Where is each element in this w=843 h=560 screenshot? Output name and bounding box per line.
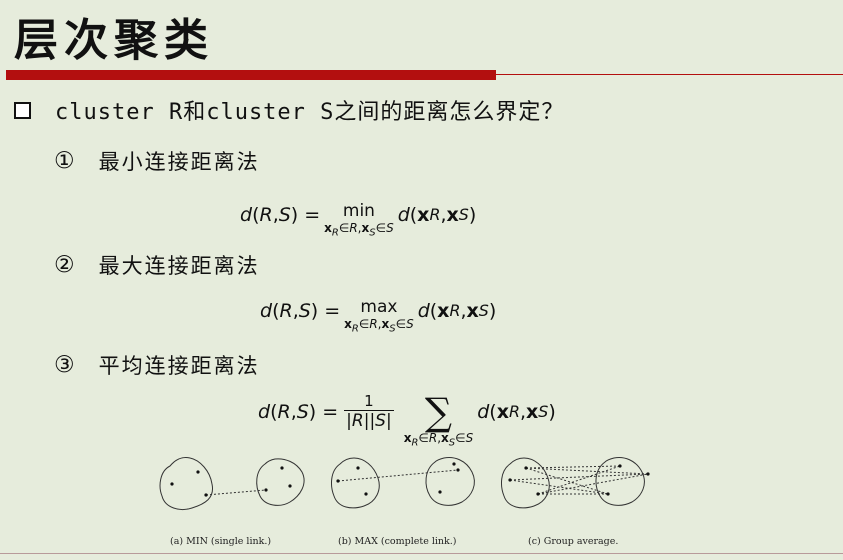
sum-operator: ∑ xR∈R,xS∈S <box>403 390 474 449</box>
method-item-average: ③ 平均连接距离法 <box>54 350 260 380</box>
cluster-blob <box>256 458 305 506</box>
cluster-blob <box>331 457 380 509</box>
caption-min: (a) MIN (single link.) <box>170 536 272 547</box>
fraction: 1 |R||S| <box>344 391 394 431</box>
min-operator: min xR∈R,xS∈S <box>324 201 394 239</box>
circled-three-icon: ③ <box>54 352 77 378</box>
slide-title: 层次聚类 <box>14 15 214 66</box>
method-item-max: ② 最大连接距离法 <box>54 250 260 280</box>
method-label: 最小连接距离法 <box>98 150 260 174</box>
max-operator: max xR∈R,xS∈S <box>344 297 414 335</box>
circled-two-icon: ② <box>54 252 77 278</box>
question-text: cluster R和cluster S之间的距离怎么界定？ <box>55 100 565 125</box>
method-item-min: ① 最小连接距离法 <box>54 146 260 176</box>
title-underline-bar <box>6 70 496 80</box>
method-label: 最大连接距离法 <box>98 254 260 278</box>
formula-max: d(R, S) = max xR∈R,xS∈S d(x R, x S) <box>260 297 497 335</box>
linkage-diagram <box>159 457 650 510</box>
formula-min: d(R, S) = min xR∈R,xS∈S d(x R, x S) <box>240 201 477 239</box>
circled-one-icon: ① <box>54 148 77 174</box>
cluster-blob <box>159 457 214 510</box>
checkbox-icon <box>14 101 31 119</box>
cluster-blob <box>501 457 550 509</box>
formula-average: d(R, S) = 1 |R||S| ∑ xR∈R,xS∈S d(x R, x S) <box>258 390 556 449</box>
cluster-blob <box>425 457 475 506</box>
question-row: cluster R和cluster S之间的距离怎么界定？ <box>14 94 564 126</box>
title-underline-thin <box>496 74 843 75</box>
caption-average: (c) Group average. <box>528 536 619 547</box>
footer-divider <box>0 553 843 554</box>
method-label: 平均连接距离法 <box>98 354 260 378</box>
caption-max: (b) MAX (complete link.) <box>338 536 457 547</box>
